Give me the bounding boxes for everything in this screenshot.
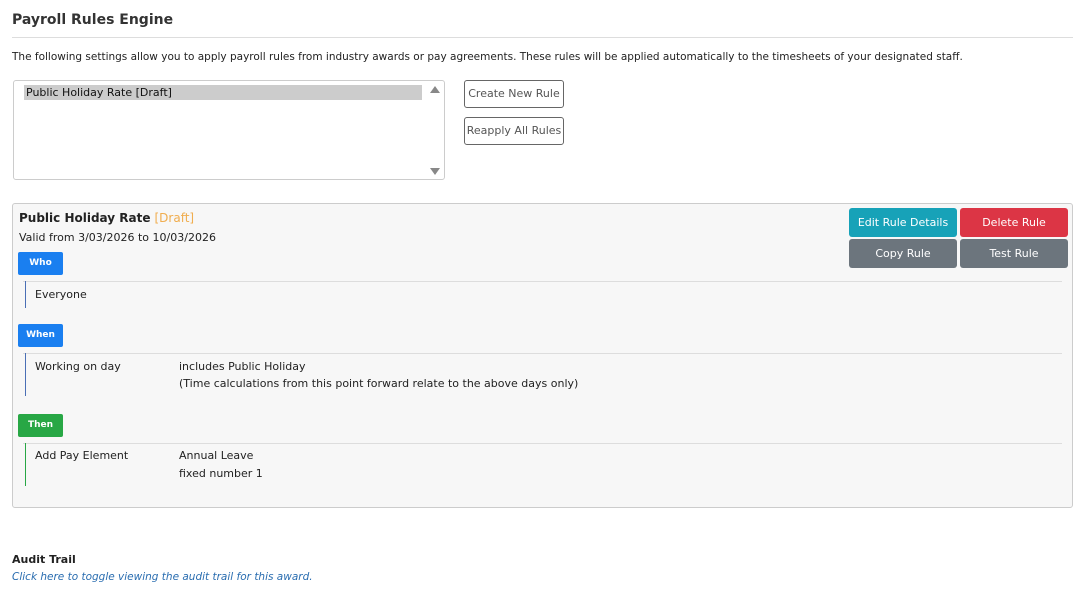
reapply-all-rules-button[interactable]: Reapply All Rules [464, 117, 564, 145]
rule-name: Public Holiday Rate [Draft] [19, 211, 194, 225]
delete-rule-button[interactable]: Delete Rule [960, 208, 1068, 237]
rule-list[interactable]: Public Holiday Rate [Draft] [13, 80, 445, 180]
audit-trail-toggle-link[interactable]: Click here to toggle viewing the audit t… [12, 571, 313, 583]
when-badge: When [18, 324, 63, 347]
audit-trail-heading: Audit Trail [12, 553, 76, 566]
rule-detail-panel: Public Holiday Rate [Draft] Valid from 3/… [12, 203, 1073, 508]
then-detail: fixed number 1 [179, 467, 263, 480]
rule-list-item[interactable]: Public Holiday Rate [Draft] [24, 85, 422, 100]
scroll-up-arrow-icon[interactable] [430, 86, 440, 93]
rule-status-badge: [Draft] [154, 211, 195, 225]
create-new-rule-button[interactable]: Create New Rule [464, 80, 564, 108]
rule-name-text: Public Holiday Rate [19, 211, 151, 225]
when-bar [25, 353, 26, 396]
title-divider [12, 37, 1073, 38]
copy-rule-button[interactable]: Copy Rule [849, 239, 957, 268]
when-divider [23, 353, 1062, 354]
scroll-down-arrow-icon[interactable] [430, 168, 440, 175]
when-label: Working on day [35, 360, 121, 373]
rule-validity: Valid from 3/03/2026 to 10/03/2026 [19, 231, 216, 244]
then-bar [25, 443, 26, 486]
page-title: Payroll Rules Engine [12, 12, 174, 28]
who-value: Everyone [35, 288, 87, 301]
when-value: includes Public Holiday [179, 360, 306, 373]
edit-rule-details-button[interactable]: Edit Rule Details [849, 208, 957, 237]
test-rule-button[interactable]: Test Rule [960, 239, 1068, 268]
who-badge: Who [18, 252, 63, 275]
then-value: Annual Leave [179, 449, 254, 462]
then-badge: Then [18, 414, 63, 437]
intro-text: The following settings allow you to appl… [12, 51, 963, 63]
who-divider [23, 281, 1062, 282]
when-note: (Time calculations from this point forwa… [179, 377, 579, 390]
then-label: Add Pay Element [35, 449, 129, 462]
then-divider [23, 443, 1062, 444]
who-bar [25, 281, 26, 308]
